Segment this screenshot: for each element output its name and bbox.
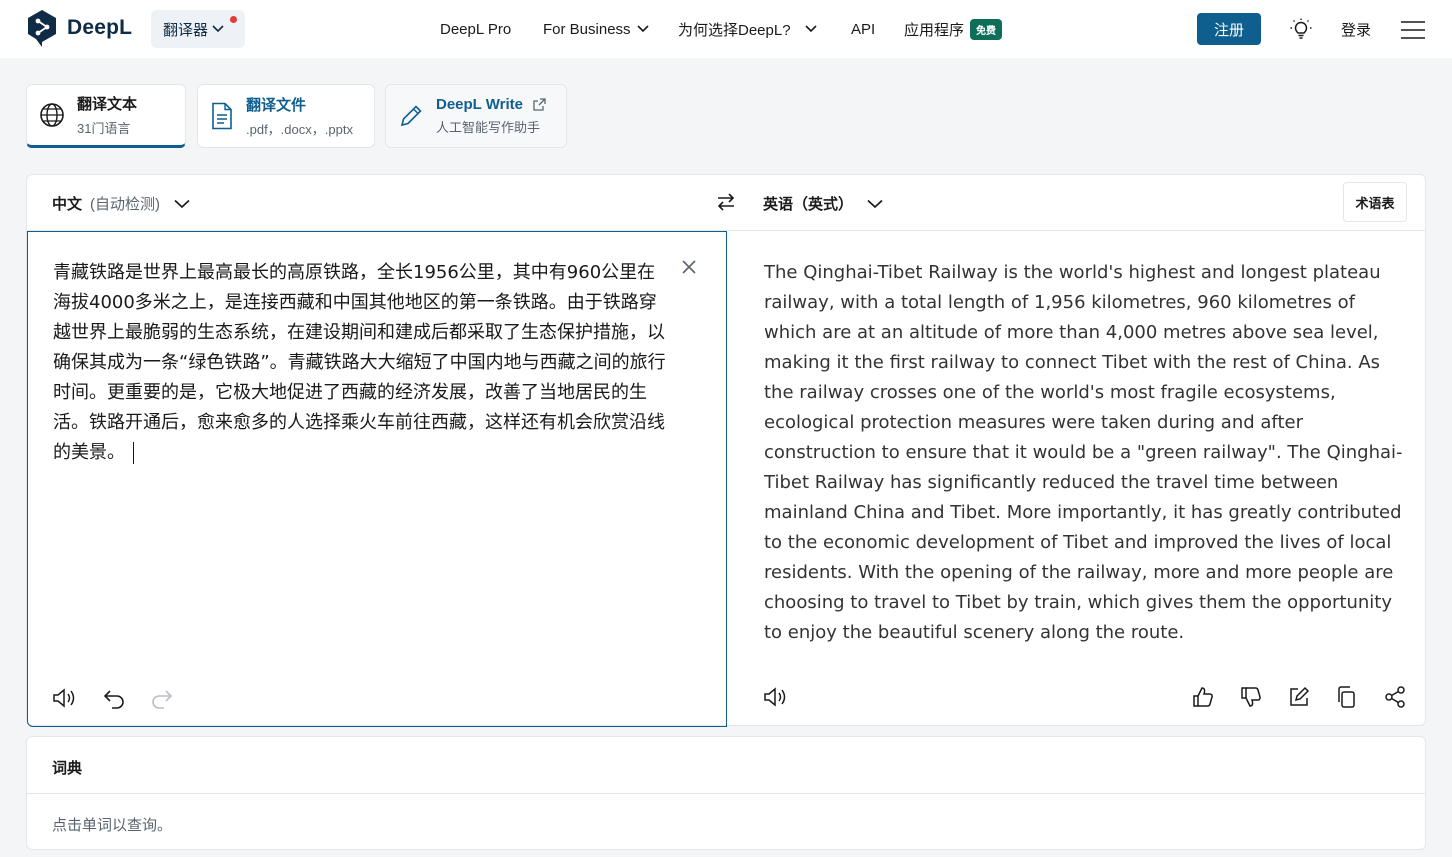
chevron-down-icon <box>636 25 649 33</box>
glossary-button[interactable]: 术语表 <box>1343 182 1407 222</box>
copy-translation-button[interactable] <box>1335 685 1359 709</box>
notification-dot <box>230 16 237 23</box>
dictionary-panel: 词典 点击单词以查询。 <box>26 736 1426 850</box>
tab-subtitle: 31门语言 <box>77 121 131 136</box>
chevron-down-icon <box>867 199 883 208</box>
redo-button[interactable] <box>150 687 174 709</box>
clear-text-button[interactable] <box>680 258 698 276</box>
edit-translation-button[interactable] <box>1287 685 1311 709</box>
listen-source-button[interactable] <box>52 686 78 710</box>
deepl-logo-icon <box>28 10 56 47</box>
target-language-selector[interactable]: 英语（英式） <box>763 193 883 214</box>
share-translation-button[interactable] <box>1383 685 1407 709</box>
free-badge: 免费 <box>970 18 1003 40</box>
top-navigation-bar: DeepL 翻译器 DeepL Pro For Business 为何选择Dee… <box>0 0 1452 58</box>
speaker-icon <box>764 687 786 707</box>
source-text-area[interactable]: 青藏铁路是世界上最高最长的高原铁路，全长1956公里，其中有960公里在海拔40… <box>27 231 727 727</box>
theme-toggle-button[interactable] <box>1289 17 1313 41</box>
target-language-label: 英语（英式） <box>763 196 854 213</box>
copy-icon <box>1338 686 1355 708</box>
nav-label: 应用程序 <box>904 21 965 39</box>
nav-item-why-deepl[interactable]: 为何选择DeepL? <box>678 0 817 58</box>
nav-item-apps[interactable]: 应用程序 免费 <box>904 0 1003 58</box>
globe-icon <box>40 103 64 127</box>
swap-icon <box>717 193 735 211</box>
tab-title: DeepL Write <box>436 96 523 113</box>
tab-deepl-write[interactable]: DeepL Write 人工智能写作助手 <box>385 84 567 148</box>
undo-button[interactable] <box>102 687 126 709</box>
dislike-translation-button[interactable] <box>1239 685 1263 709</box>
nav-item-for-business[interactable]: For Business <box>543 0 649 58</box>
menu-button[interactable] <box>1400 20 1426 40</box>
tab-title: 翻译文件 <box>246 97 307 114</box>
brand-name: DeepL <box>67 16 133 39</box>
translation-toolbar <box>1191 685 1407 709</box>
translated-text[interactable]: The Qinghai-Tibet Railway is the world's… <box>764 258 1409 648</box>
source-text-content: 青藏铁路是世界上最高最长的高原铁路，全长1956公里，其中有960公里在海拔40… <box>53 262 666 463</box>
source-language-selector[interactable]: 中文 (自动检测) <box>52 193 190 214</box>
close-icon <box>682 260 696 274</box>
language-bar: 中文 (自动检测) 英语（英式） 术语表 <box>27 175 1425 231</box>
listen-translation-button[interactable] <box>763 685 789 709</box>
chevron-down-icon <box>212 25 224 33</box>
menu-icon <box>1401 21 1425 39</box>
chevron-down-icon <box>804 25 817 33</box>
signup-button[interactable]: 注册 <box>1197 13 1261 45</box>
edit-icon <box>1290 686 1310 706</box>
product-switcher-label: 翻译器 <box>163 21 209 39</box>
source-text[interactable]: 青藏铁路是世界上最高最长的高原铁路，全长1956公里，其中有960公里在海拔40… <box>53 258 673 468</box>
external-link-icon <box>533 98 546 111</box>
translator-panel: 中文 (自动检测) 英语（英式） 术语表 青藏铁路是世界上最高最长的高原铁路，全… <box>26 174 1426 727</box>
nav-label: DeepL Pro <box>440 20 512 38</box>
undo-icon <box>103 690 124 709</box>
tab-translate-files[interactable]: 翻译文件 .pdf，.docx，.pptx <box>197 84 375 148</box>
chevron-down-icon <box>174 199 190 208</box>
pen-icon <box>400 105 422 127</box>
product-switcher-button[interactable]: 翻译器 <box>151 10 245 48</box>
tab-subtitle: 人工智能写作助手 <box>436 120 541 135</box>
nav-label: For Business <box>543 20 631 38</box>
tab-translate-text[interactable]: 翻译文本 31门语言 <box>26 84 186 148</box>
login-link[interactable]: 登录 <box>1341 19 1371 40</box>
source-toolbar <box>52 686 198 710</box>
swap-languages-button[interactable] <box>716 192 736 212</box>
lightbulb-icon <box>1290 18 1312 39</box>
redo-icon <box>152 690 173 709</box>
text-caret <box>133 442 134 464</box>
dictionary-title: 词典 <box>52 760 83 777</box>
tab-subtitle: .pdf，.docx，.pptx <box>246 122 353 137</box>
thumbs-up-icon <box>1193 687 1213 707</box>
nav-label: 为何选择DeepL? <box>678 21 791 39</box>
deepl-logo[interactable]: DeepL <box>26 9 132 47</box>
dictionary-hint: 点击单词以查询。 <box>52 817 173 834</box>
divider <box>27 793 1425 794</box>
like-translation-button[interactable] <box>1191 685 1215 709</box>
speaker-icon <box>53 688 75 708</box>
thumbs-down-icon <box>1241 687 1261 707</box>
nav-item-api[interactable]: API <box>851 0 875 58</box>
document-icon <box>212 102 232 130</box>
auto-detect-label: (自动检测) <box>90 196 161 213</box>
nav-item-deepl-pro[interactable]: DeepL Pro <box>440 0 511 58</box>
nav-label: API <box>851 20 876 38</box>
tab-title: 翻译文本 <box>77 96 138 113</box>
share-icon <box>1385 686 1405 708</box>
source-language-label: 中文 <box>52 196 83 213</box>
